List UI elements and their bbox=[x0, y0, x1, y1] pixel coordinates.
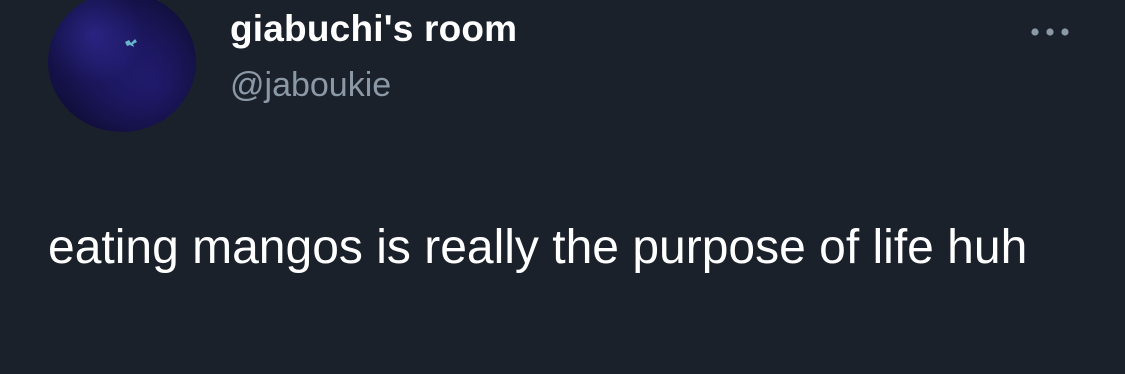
author-display-name[interactable]: giabuchi's room bbox=[230, 8, 517, 50]
avatar-spark-icon bbox=[125, 39, 137, 47]
tweet-text: eating mangos is really the purpose of l… bbox=[48, 221, 1028, 274]
more-options-icon[interactable] bbox=[1028, 24, 1072, 40]
tweet: giabuchi's room @jaboukie eating mangos … bbox=[0, 0, 1125, 374]
author-handle[interactable]: @jaboukie bbox=[230, 66, 391, 105]
avatar[interactable] bbox=[48, 0, 196, 132]
